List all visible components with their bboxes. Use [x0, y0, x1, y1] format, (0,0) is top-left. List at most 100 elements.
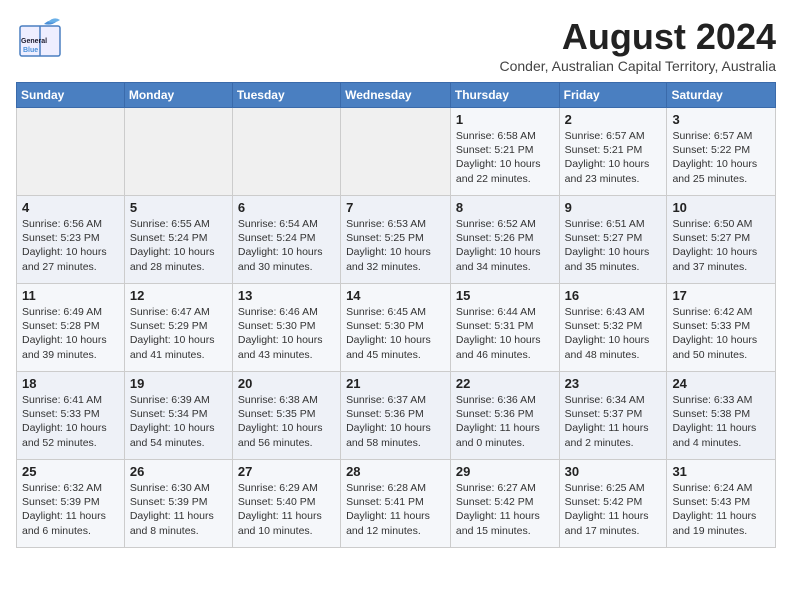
- day-cell: 24 Sunrise: 6:33 AM Sunset: 5:38 PM Dayli…: [667, 372, 776, 460]
- day-cell: 9Sunrise: 6:51 AM Sunset: 5:27 PM Daylig…: [559, 196, 667, 284]
- day-info: Sunrise: 6:47 AM Sunset: 5:29 PM Dayligh…: [130, 305, 227, 362]
- day-info: Sunrise: 6:57 AM Sunset: 5:21 PM Dayligh…: [565, 129, 662, 186]
- day-number: 1: [456, 112, 554, 127]
- week-row-1: 1 Sunrise: 6:58 AM Sunset: 5:21 PM Daylig…: [17, 108, 776, 196]
- day-number: 9: [565, 200, 662, 215]
- logo-icon: General Blue: [16, 16, 64, 64]
- day-number: 23: [565, 376, 662, 391]
- day-number: 19: [130, 376, 227, 391]
- day-info: Sunrise: 6:28 AM Sunset: 5:41 PM Dayligh…: [346, 481, 445, 538]
- day-info: Sunrise: 6:34 AM Sunset: 5:37 PM Dayligh…: [565, 393, 662, 450]
- day-cell: 5 Sunrise: 6:55 AM Sunset: 5:24 PM Daylig…: [124, 196, 232, 284]
- day-cell: [17, 108, 125, 196]
- day-cell: 31 Sunrise: 6:24 AM Sunset: 5:43 PM Dayli…: [667, 460, 776, 548]
- weekday-header-row: SundayMondayTuesdayWednesdayThursdayFrid…: [17, 83, 776, 108]
- day-number: 26: [130, 464, 227, 479]
- day-cell: 29Sunrise: 6:27 AM Sunset: 5:42 PM Dayli…: [450, 460, 559, 548]
- day-cell: 4 Sunrise: 6:56 AM Sunset: 5:23 PM Daylig…: [17, 196, 125, 284]
- day-info: Sunrise: 6:38 AM Sunset: 5:35 PM Dayligh…: [238, 393, 335, 450]
- day-info: Sunrise: 6:57 AM Sunset: 5:22 PM Dayligh…: [672, 129, 770, 186]
- day-cell: 19 Sunrise: 6:39 AM Sunset: 5:34 PM Dayli…: [124, 372, 232, 460]
- day-info: Sunrise: 6:32 AM Sunset: 5:39 PM Dayligh…: [22, 481, 119, 538]
- calendar-table: SundayMondayTuesdayWednesdayThursdayFrid…: [16, 82, 776, 548]
- day-info: Sunrise: 6:44 AM Sunset: 5:31 PM Dayligh…: [456, 305, 554, 362]
- day-cell: 12 Sunrise: 6:47 AM Sunset: 5:29 PM Dayli…: [124, 284, 232, 372]
- day-number: 10: [672, 200, 770, 215]
- day-info: Sunrise: 6:53 AM Sunset: 5:25 PM Dayligh…: [346, 217, 445, 274]
- page-header: General Blue August 2024 Conder, Austral…: [16, 16, 776, 74]
- day-cell: 14 Sunrise: 6:45 AM Sunset: 5:30 PM Dayli…: [341, 284, 451, 372]
- day-number: 16: [565, 288, 662, 303]
- day-cell: 21 Sunrise: 6:37 AM Sunset: 5:36 PM Dayli…: [341, 372, 451, 460]
- day-number: 5: [130, 200, 227, 215]
- day-cell: 16 Sunrise: 6:43 AM Sunset: 5:32 PM Dayli…: [559, 284, 667, 372]
- day-cell: 23 Sunrise: 6:34 AM Sunset: 5:37 PM Dayli…: [559, 372, 667, 460]
- day-info: Sunrise: 6:33 AM Sunset: 5:38 PM Dayligh…: [672, 393, 770, 450]
- day-cell: 6 Sunrise: 6:54 AM Sunset: 5:24 PM Daylig…: [232, 196, 340, 284]
- svg-text:Blue: Blue: [23, 47, 38, 54]
- day-number: 21: [346, 376, 445, 391]
- calendar-body: 1 Sunrise: 6:58 AM Sunset: 5:21 PM Daylig…: [17, 108, 776, 548]
- day-number: 31: [672, 464, 770, 479]
- day-number: 4: [22, 200, 119, 215]
- day-info: Sunrise: 6:58 AM Sunset: 5:21 PM Dayligh…: [456, 129, 554, 186]
- weekday-friday: Friday: [559, 83, 667, 108]
- day-info: Sunrise: 6:46 AM Sunset: 5:30 PM Dayligh…: [238, 305, 335, 362]
- title-area: August 2024 Conder, Australian Capital T…: [499, 16, 776, 74]
- day-info: Sunrise: 6:52 AM Sunset: 5:26 PM Dayligh…: [456, 217, 554, 274]
- day-cell: 10Sunrise: 6:50 AM Sunset: 5:27 PM Dayli…: [667, 196, 776, 284]
- day-info: Sunrise: 6:43 AM Sunset: 5:32 PM Dayligh…: [565, 305, 662, 362]
- day-cell: 25 Sunrise: 6:32 AM Sunset: 5:39 PM Dayli…: [17, 460, 125, 548]
- day-cell: 13 Sunrise: 6:46 AM Sunset: 5:30 PM Dayli…: [232, 284, 340, 372]
- day-number: 13: [238, 288, 335, 303]
- day-info: Sunrise: 6:45 AM Sunset: 5:30 PM Dayligh…: [346, 305, 445, 362]
- day-number: 12: [130, 288, 227, 303]
- svg-text:General: General: [21, 38, 47, 45]
- logo: General Blue: [16, 16, 64, 64]
- day-cell: 2 Sunrise: 6:57 AM Sunset: 5:21 PM Daylig…: [559, 108, 667, 196]
- week-row-4: 18Sunrise: 6:41 AM Sunset: 5:33 PM Dayli…: [17, 372, 776, 460]
- day-info: Sunrise: 6:54 AM Sunset: 5:24 PM Dayligh…: [238, 217, 335, 274]
- day-info: Sunrise: 6:24 AM Sunset: 5:43 PM Dayligh…: [672, 481, 770, 538]
- day-info: Sunrise: 6:37 AM Sunset: 5:36 PM Dayligh…: [346, 393, 445, 450]
- day-number: 28: [346, 464, 445, 479]
- day-number: 6: [238, 200, 335, 215]
- day-number: 25: [22, 464, 119, 479]
- day-cell: 28 Sunrise: 6:28 AM Sunset: 5:41 PM Dayli…: [341, 460, 451, 548]
- day-info: Sunrise: 6:56 AM Sunset: 5:23 PM Dayligh…: [22, 217, 119, 274]
- day-info: Sunrise: 6:49 AM Sunset: 5:28 PM Dayligh…: [22, 305, 119, 362]
- week-row-3: 11 Sunrise: 6:49 AM Sunset: 5:28 PM Dayli…: [17, 284, 776, 372]
- day-number: 24: [672, 376, 770, 391]
- day-cell: 15Sunrise: 6:44 AM Sunset: 5:31 PM Dayli…: [450, 284, 559, 372]
- weekday-thursday: Thursday: [450, 83, 559, 108]
- day-number: 22: [456, 376, 554, 391]
- week-row-5: 25 Sunrise: 6:32 AM Sunset: 5:39 PM Dayli…: [17, 460, 776, 548]
- day-info: Sunrise: 6:39 AM Sunset: 5:34 PM Dayligh…: [130, 393, 227, 450]
- day-number: 8: [456, 200, 554, 215]
- day-cell: 26Sunrise: 6:30 AM Sunset: 5:39 PM Dayli…: [124, 460, 232, 548]
- day-number: 17: [672, 288, 770, 303]
- day-number: 3: [672, 112, 770, 127]
- day-cell: 17 Sunrise: 6:42 AM Sunset: 5:33 PM Dayli…: [667, 284, 776, 372]
- day-number: 7: [346, 200, 445, 215]
- day-info: Sunrise: 6:55 AM Sunset: 5:24 PM Dayligh…: [130, 217, 227, 274]
- day-cell: [341, 108, 451, 196]
- day-cell: 22Sunrise: 6:36 AM Sunset: 5:36 PM Dayli…: [450, 372, 559, 460]
- weekday-monday: Monday: [124, 83, 232, 108]
- day-number: 11: [22, 288, 119, 303]
- day-cell: 7 Sunrise: 6:53 AM Sunset: 5:25 PM Daylig…: [341, 196, 451, 284]
- day-cell: 18Sunrise: 6:41 AM Sunset: 5:33 PM Dayli…: [17, 372, 125, 460]
- day-info: Sunrise: 6:42 AM Sunset: 5:33 PM Dayligh…: [672, 305, 770, 362]
- day-info: Sunrise: 6:25 AM Sunset: 5:42 PM Dayligh…: [565, 481, 662, 538]
- weekday-sunday: Sunday: [17, 83, 125, 108]
- day-info: Sunrise: 6:29 AM Sunset: 5:40 PM Dayligh…: [238, 481, 335, 538]
- day-number: 29: [456, 464, 554, 479]
- day-number: 14: [346, 288, 445, 303]
- day-number: 2: [565, 112, 662, 127]
- subtitle: Conder, Australian Capital Territory, Au…: [499, 58, 776, 74]
- day-number: 27: [238, 464, 335, 479]
- day-info: Sunrise: 6:41 AM Sunset: 5:33 PM Dayligh…: [22, 393, 119, 450]
- day-cell: 27 Sunrise: 6:29 AM Sunset: 5:40 PM Dayli…: [232, 460, 340, 548]
- day-number: 30: [565, 464, 662, 479]
- day-cell: 11 Sunrise: 6:49 AM Sunset: 5:28 PM Dayli…: [17, 284, 125, 372]
